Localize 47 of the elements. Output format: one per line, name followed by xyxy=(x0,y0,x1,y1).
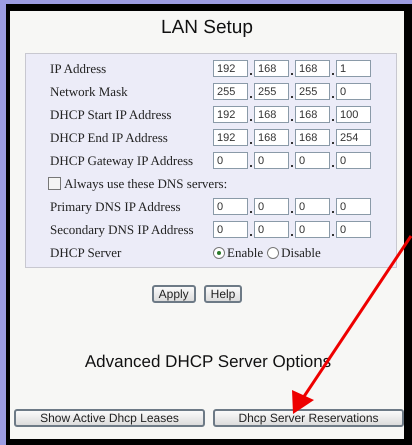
field-label: IP Address xyxy=(50,60,108,76)
octet-field[interactable]: 0 xyxy=(295,152,330,169)
octet-field[interactable]: 168 xyxy=(295,106,330,123)
octet-field[interactable]: 168 xyxy=(254,129,289,146)
field-label: Network Mask xyxy=(50,84,129,100)
octet-field[interactable]: 192 xyxy=(213,106,248,123)
octet-field[interactable]: 0 xyxy=(336,152,371,169)
field-label: DHCP Server xyxy=(50,244,122,260)
octet-field[interactable]: 254 xyxy=(336,129,371,146)
octet-field[interactable]: 192 xyxy=(213,129,248,146)
octet-field[interactable]: 100 xyxy=(336,106,371,123)
checkbox[interactable] xyxy=(48,177,61,190)
radio-label: Disable xyxy=(281,244,321,260)
radio-label: Enable xyxy=(227,244,264,260)
octet-field[interactable]: 168 xyxy=(254,106,289,123)
octet-field[interactable]: 0 xyxy=(213,198,248,215)
octet-field[interactable]: 255 xyxy=(213,83,248,100)
octet-field[interactable]: 0 xyxy=(254,198,289,215)
octet-field[interactable]: 0 xyxy=(336,83,371,100)
field-label: DHCP Start IP Address xyxy=(50,106,172,122)
octet-field[interactable]: 0 xyxy=(336,221,371,238)
octet-field[interactable]: 192 xyxy=(213,60,248,77)
octet-field[interactable]: 168 xyxy=(295,60,330,77)
form-button[interactable]: Help xyxy=(204,285,242,303)
option-button[interactable]: Dhcp Server Reservations xyxy=(213,409,404,427)
page-title: LAN Setup xyxy=(161,17,253,39)
octet-field[interactable]: 0 xyxy=(213,152,248,169)
field-label: DHCP End IP Address xyxy=(50,130,169,146)
octet-field[interactable]: 255 xyxy=(295,83,330,100)
field-label: Primary DNS IP Address xyxy=(50,198,182,214)
form-button[interactable]: Apply xyxy=(152,285,196,303)
radio-button[interactable] xyxy=(267,246,280,258)
field-label: Secondary DNS IP Address xyxy=(50,222,195,238)
checkbox-label: Always use these DNS servers: xyxy=(64,176,228,192)
radio-button[interactable] xyxy=(213,246,225,258)
octet-field[interactable]: 0 xyxy=(336,198,371,215)
octet-field[interactable]: 168 xyxy=(254,60,289,77)
octet-field[interactable]: 0 xyxy=(295,221,330,238)
octet-field[interactable]: 1 xyxy=(336,60,371,77)
octet-field[interactable]: 168 xyxy=(295,129,330,146)
octet-field[interactable]: 0 xyxy=(213,221,248,238)
octet-field[interactable]: 0 xyxy=(254,152,289,169)
octet-field[interactable]: 255 xyxy=(254,83,289,100)
octet-field[interactable]: 0 xyxy=(254,221,289,238)
option-button[interactable]: Show Active Dhcp Leases xyxy=(14,409,205,427)
octet-field[interactable]: 0 xyxy=(295,198,330,215)
field-label: DHCP Gateway IP Address xyxy=(50,152,194,168)
